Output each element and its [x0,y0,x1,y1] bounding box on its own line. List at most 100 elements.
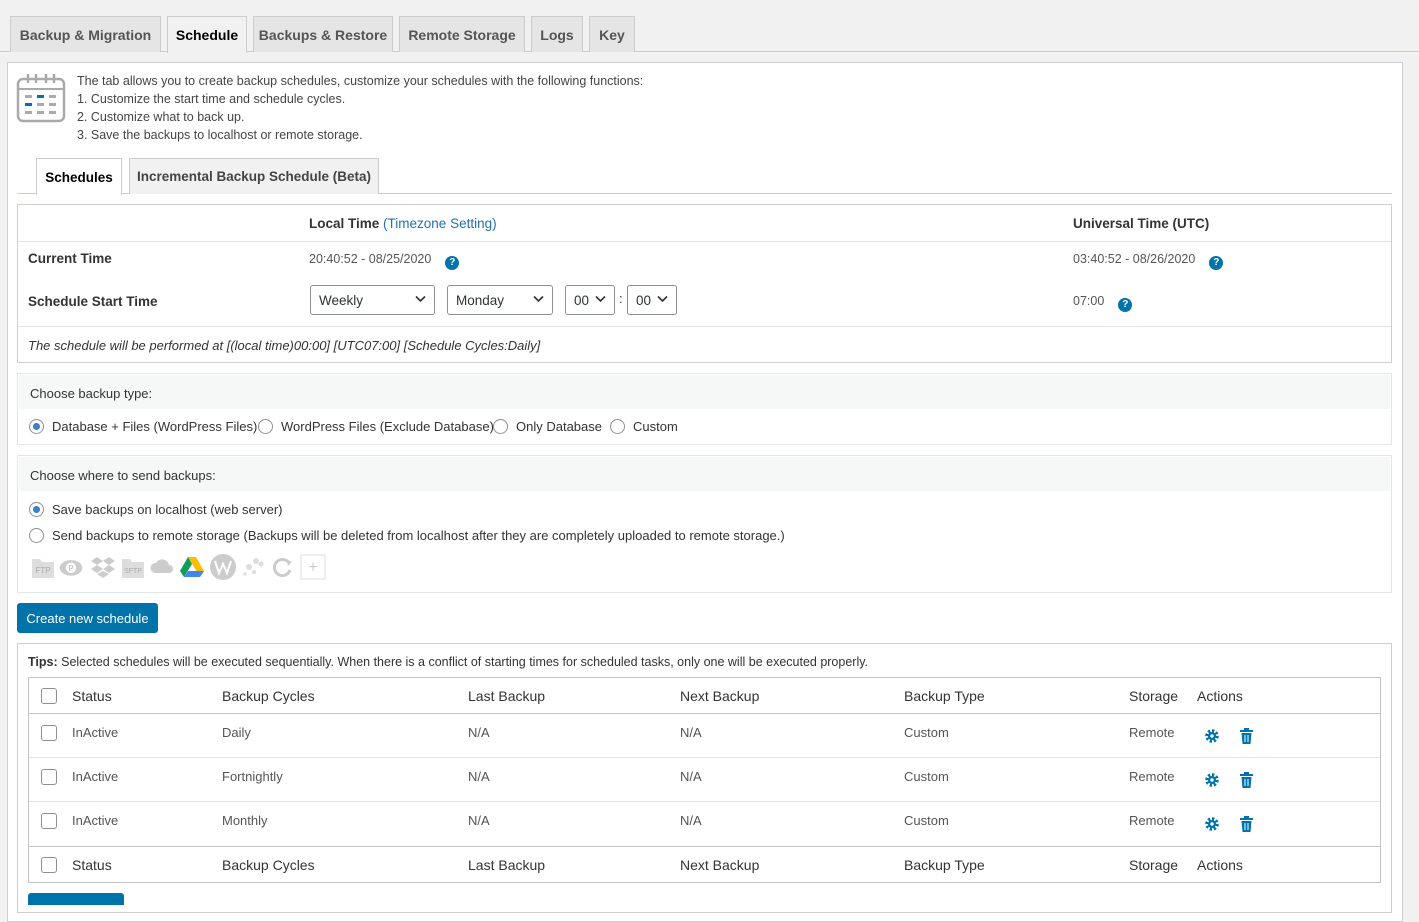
schedule-summary: The schedule will be performed at [(loca… [28,338,541,353]
day-select-value: Monday [456,292,505,308]
trash-icon[interactable] [1239,728,1254,744]
schedule-sub-tabs: Schedules Incremental Backup Schedule (B… [17,158,1392,195]
row-next-backup: N/A [680,813,702,828]
column-footer[interactable]: Storage [1129,857,1178,873]
local-time-label: Local Time [309,216,380,231]
column-footer[interactable]: Status [72,857,112,873]
column-header[interactable]: Storage [1129,688,1178,704]
radio-wordpress-files[interactable] [258,419,273,434]
timezone-setting-link[interactable]: (Timezone Setting) [383,216,497,231]
select-all-checkbox[interactable] [41,857,57,873]
column-footer[interactable]: Backup Type [904,857,985,873]
column-footer[interactable]: Backup Cycles [222,857,315,873]
pcloud-icon[interactable]: P [58,553,84,581]
bulk-action-button[interactable] [28,893,124,905]
help-icon[interactable]: ? [1209,255,1224,270]
tab-key[interactable]: Key [589,16,635,52]
chevron-down-icon [415,295,426,303]
utc-heading: Universal Time (UTC) [1073,216,1210,231]
row-cycle: Daily [222,725,251,740]
trash-icon[interactable] [1239,816,1254,832]
row-backup-type: Custom [904,725,949,740]
local-time-heading: Local Time (Timezone Setting) [309,216,497,231]
tab-schedules[interactable]: Schedules [36,158,122,195]
row-checkbox[interactable] [41,769,57,785]
row-status: InActive [72,725,119,740]
onedrive-icon[interactable] [149,553,175,581]
day-select[interactable]: Monday [447,285,553,315]
select-all-checkbox[interactable] [41,688,57,704]
ftp-icon[interactable]: FTP [30,553,56,581]
column-header[interactable]: Backup Cycles [222,688,315,704]
backup-type-heading: Choose backup type: [30,386,153,401]
start-utc-value: 07:00 [1073,294,1105,308]
table-row: InActive Fortnightly N/A N/A Custom Remo… [29,758,1380,802]
gear-icon[interactable] [1204,816,1220,832]
column-header[interactable]: Status [72,688,112,704]
row-next-backup: N/A [680,725,702,740]
time-separator: : [619,291,623,306]
intro-line: 2. Customize what to back up. [77,110,245,124]
radio-label[interactable]: WordPress Files (Exclude Database) [281,419,494,434]
gear-icon[interactable] [1204,728,1220,744]
column-header[interactable]: Last Backup [468,688,545,704]
tab-remote-storage[interactable]: Remote Storage [399,16,525,52]
help-icon[interactable]: ? [1118,297,1133,312]
tab-schedule[interactable]: Schedule [167,16,247,53]
column-header[interactable]: Backup Type [904,688,985,704]
add-storage-icon[interactable]: + [300,553,326,581]
help-icon[interactable]: ? [445,255,460,270]
digitalocean-icon[interactable] [240,553,266,581]
sftp-icon[interactable]: SFTP [120,553,146,581]
dropbox-icon[interactable] [90,553,116,581]
column-footer[interactable]: Actions [1197,857,1243,873]
current-local-time: 20:40:52 - 08/25/2020? [309,252,460,270]
table-row: InActive Monthly N/A N/A Custom Remote [29,802,1380,847]
column-footer[interactable]: Last Backup [468,857,545,873]
row-checkbox[interactable] [41,813,57,829]
tips-label: Tips: [28,655,58,669]
radio-save-localhost[interactable] [29,502,44,517]
radio-database-files[interactable] [29,419,44,434]
radio-custom[interactable] [610,419,625,434]
radio-label[interactable]: Only Database [516,419,602,434]
row-backup-type: Custom [904,813,949,828]
row-checkbox[interactable] [41,725,57,741]
minute-select[interactable]: 00 [627,285,677,315]
google-drive-icon[interactable] [179,553,205,581]
radio-label[interactable]: Send backups to remote storage (Backups … [52,528,785,543]
hour-select[interactable]: 00 [565,285,615,315]
row-next-backup: N/A [680,769,702,784]
destination-heading: Choose where to send backups: [30,468,216,483]
radio-label[interactable]: Save backups on localhost (web server) [52,502,283,517]
row-last-backup: N/A [468,813,490,828]
radio-label[interactable]: Custom [633,419,678,434]
radio-send-remote[interactable] [29,528,44,543]
row-storage: Remote [1129,725,1175,740]
backblaze-icon[interactable] [269,553,295,581]
ftp-icon-text: FTP [35,566,50,575]
cycle-select[interactable]: Weekly [310,285,435,315]
gear-icon[interactable] [1204,772,1220,788]
column-header[interactable]: Next Backup [680,688,759,704]
column-header[interactable]: Actions [1197,688,1243,704]
row-storage: Remote [1129,769,1175,784]
tab-backup-migration[interactable]: Backup & Migration [10,16,161,52]
intro-line: 1. Customize the start time and schedule… [77,92,346,106]
schedule-summary-row: The schedule will be performed at [(loca… [18,326,1391,363]
current-time-label: Current Time [28,251,112,266]
hour-select-value: 00 [574,292,590,308]
tab-incremental-backup-schedule[interactable]: Incremental Backup Schedule (Beta) [129,158,379,194]
row-status: InActive [72,769,119,784]
schedules-table: Status Backup Cycles Last Backup Next Ba… [28,677,1381,883]
radio-label[interactable]: Database + Files (WordPress Files) [52,419,257,434]
column-footer[interactable]: Next Backup [680,857,759,873]
table-header-row: Status Backup Cycles Last Backup Next Ba… [29,678,1380,714]
trash-icon[interactable] [1239,772,1254,788]
create-new-schedule-button[interactable]: Create new schedule [17,603,158,633]
tab-backups-restore[interactable]: Backups & Restore [253,16,393,52]
main-nav-tabs: Backup & Migration Schedule Backups & Re… [0,0,1419,53]
tab-logs[interactable]: Logs [531,16,583,52]
radio-only-database[interactable] [493,419,508,434]
wasabi-icon[interactable] [208,553,238,581]
